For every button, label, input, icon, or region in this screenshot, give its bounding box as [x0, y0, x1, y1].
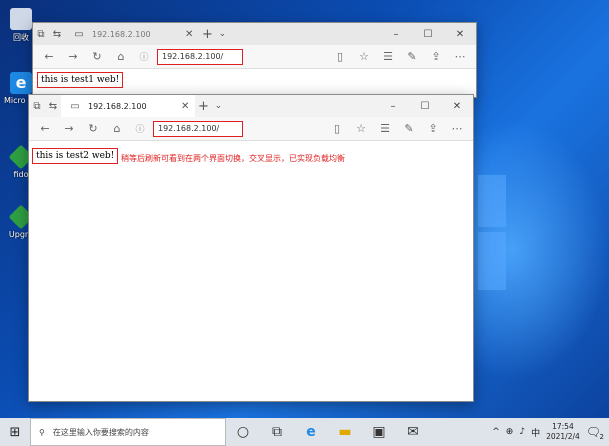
clock[interactable]: 17:54 2021/2/4 — [546, 422, 580, 442]
browser-window-back[interactable]: ⧉ ⇆ ▭ 192.168.2.100 ✕ + ⌄ – ☐ ✕ ← → ↻ ⌂ … — [32, 22, 477, 98]
title-bar: ⧉ ⇆ ▭ 192.168.2.100 ✕ + ⌄ – ☐ ✕ — [29, 95, 473, 117]
load-balancing-annotation: 稍等后刷新可看到在两个界面切换，交叉显示，已实现负载均衡 — [121, 154, 345, 163]
edge-taskbar-icon[interactable]: e — [294, 424, 328, 440]
back-arrow-icon[interactable]: ← — [35, 122, 55, 135]
navigation-bar: ← → ↻ ⌂ ⓘ 192.168.2.100/ ▯ ☆ ☰ ✎ ⇪ ⋯ — [33, 45, 476, 69]
title-bar: ⧉ ⇆ ▭ 192.168.2.100 ✕ + ⌄ – ☐ ✕ — [33, 23, 476, 45]
browser-tab[interactable]: ▭ 192.168.2.100 ✕ — [61, 95, 196, 117]
favorites-list-icon[interactable]: ☰ — [378, 50, 398, 63]
tab-close-icon[interactable]: ✕ — [185, 29, 193, 40]
minimize-button[interactable]: – — [377, 101, 409, 112]
page-content: this is test2 web! 稍等后刷新可看到在两个界面切换，交叉显示，… — [29, 141, 473, 401]
address-bar[interactable]: 192.168.2.100/ — [157, 48, 243, 65]
network-icon[interactable]: ⊕ — [506, 427, 514, 437]
search-icon: ⚲ — [39, 427, 45, 437]
edge-icon: e — [10, 72, 32, 94]
address-bar[interactable]: 192.168.2.100/ — [153, 120, 243, 137]
page-text: this is test1 web! — [37, 72, 124, 88]
new-tab-icon[interactable]: + — [199, 27, 215, 42]
favorite-star-icon[interactable]: ☆ — [354, 50, 374, 63]
store-icon[interactable]: ▣ — [362, 424, 396, 440]
tab-actions-icon[interactable]: ⧉ — [29, 101, 45, 112]
page-text: this is test2 web! — [32, 148, 119, 164]
file-explorer-icon[interactable]: ▬ — [328, 424, 362, 440]
cortana-icon[interactable]: ○ — [226, 424, 260, 440]
page-icon: ▭ — [70, 100, 80, 112]
taskbar: ⊞ ⚲ 在这里输入你要搜索的内容 ○ ⧉ e ▬ ▣ ✉ ^ ⊕ ♪ 中 17:… — [0, 418, 609, 446]
volume-icon[interactable]: ♪ — [519, 427, 525, 437]
info-icon: ⓘ — [135, 125, 145, 135]
browser-tab[interactable]: ▭ 192.168.2.100 ✕ — [65, 23, 199, 45]
home-icon[interactable]: ⌂ — [111, 50, 131, 63]
forward-arrow-icon[interactable]: → — [63, 50, 83, 63]
share-icon[interactable]: ⇪ — [426, 50, 446, 63]
reading-view-icon[interactable]: ▯ — [330, 50, 350, 63]
set-aside-tabs-icon[interactable]: ⇆ — [49, 29, 65, 40]
system-tray: ^ ⊕ ♪ 中 17:54 2021/2/4 🗨 2 — [492, 422, 609, 442]
reading-view-icon[interactable]: ▯ — [327, 122, 347, 135]
ime-indicator[interactable]: 中 — [531, 426, 540, 439]
favorites-list-icon[interactable]: ☰ — [375, 122, 395, 135]
info-icon: ⓘ — [139, 53, 149, 63]
maximize-button[interactable]: ☐ — [409, 101, 441, 112]
new-tab-icon[interactable]: + — [195, 99, 211, 114]
notification-icon[interactable]: 🗨 2 — [586, 425, 604, 441]
windows-logo-panel — [478, 232, 506, 290]
more-icon[interactable]: ⋯ — [447, 122, 467, 135]
share-icon[interactable]: ⇪ — [423, 122, 443, 135]
forward-arrow-icon[interactable]: → — [59, 122, 79, 135]
more-icon[interactable]: ⋯ — [450, 50, 470, 63]
taskbar-search-box[interactable]: ⚲ 在这里输入你要搜索的内容 — [30, 418, 226, 446]
refresh-icon[interactable]: ↻ — [83, 122, 103, 135]
page-icon: ▭ — [74, 28, 84, 40]
maximize-button[interactable]: ☐ — [412, 29, 444, 40]
search-placeholder: 在这里输入你要搜索的内容 — [52, 427, 149, 437]
windows-start-icon[interactable]: ⊞ — [0, 425, 30, 440]
page-content: this is test1 web! — [33, 69, 476, 97]
chevron-down-icon[interactable]: ⌄ — [215, 29, 229, 39]
home-icon[interactable]: ⌂ — [107, 122, 127, 135]
tab-actions-icon[interactable]: ⧉ — [33, 29, 49, 40]
navigation-bar: ← → ↻ ⌂ ⓘ 192.168.2.100/ ▯ ☆ ☰ ✎ ⇪ ⋯ — [29, 117, 473, 141]
recycle-bin-icon — [10, 8, 32, 30]
windows-logo-panel — [478, 175, 506, 227]
close-button[interactable]: ✕ — [441, 101, 473, 112]
pen-icon[interactable]: ✎ — [402, 50, 422, 63]
chevron-up-icon[interactable]: ^ — [492, 427, 500, 437]
back-arrow-icon[interactable]: ← — [39, 50, 59, 63]
set-aside-tabs-icon[interactable]: ⇆ — [45, 101, 61, 112]
tab-close-icon[interactable]: ✕ — [181, 101, 189, 112]
pen-icon[interactable]: ✎ — [399, 122, 419, 135]
task-view-icon[interactable]: ⧉ — [260, 424, 294, 440]
mail-icon[interactable]: ✉ — [396, 424, 430, 440]
favorite-star-icon[interactable]: ☆ — [351, 122, 371, 135]
browser-window-front[interactable]: ⧉ ⇆ ▭ 192.168.2.100 ✕ + ⌄ – ☐ ✕ ← → ↻ ⌂ … — [28, 94, 474, 402]
minimize-button[interactable]: – — [380, 29, 412, 40]
refresh-icon[interactable]: ↻ — [87, 50, 107, 63]
chevron-down-icon[interactable]: ⌄ — [211, 101, 225, 111]
close-button[interactable]: ✕ — [444, 29, 476, 40]
